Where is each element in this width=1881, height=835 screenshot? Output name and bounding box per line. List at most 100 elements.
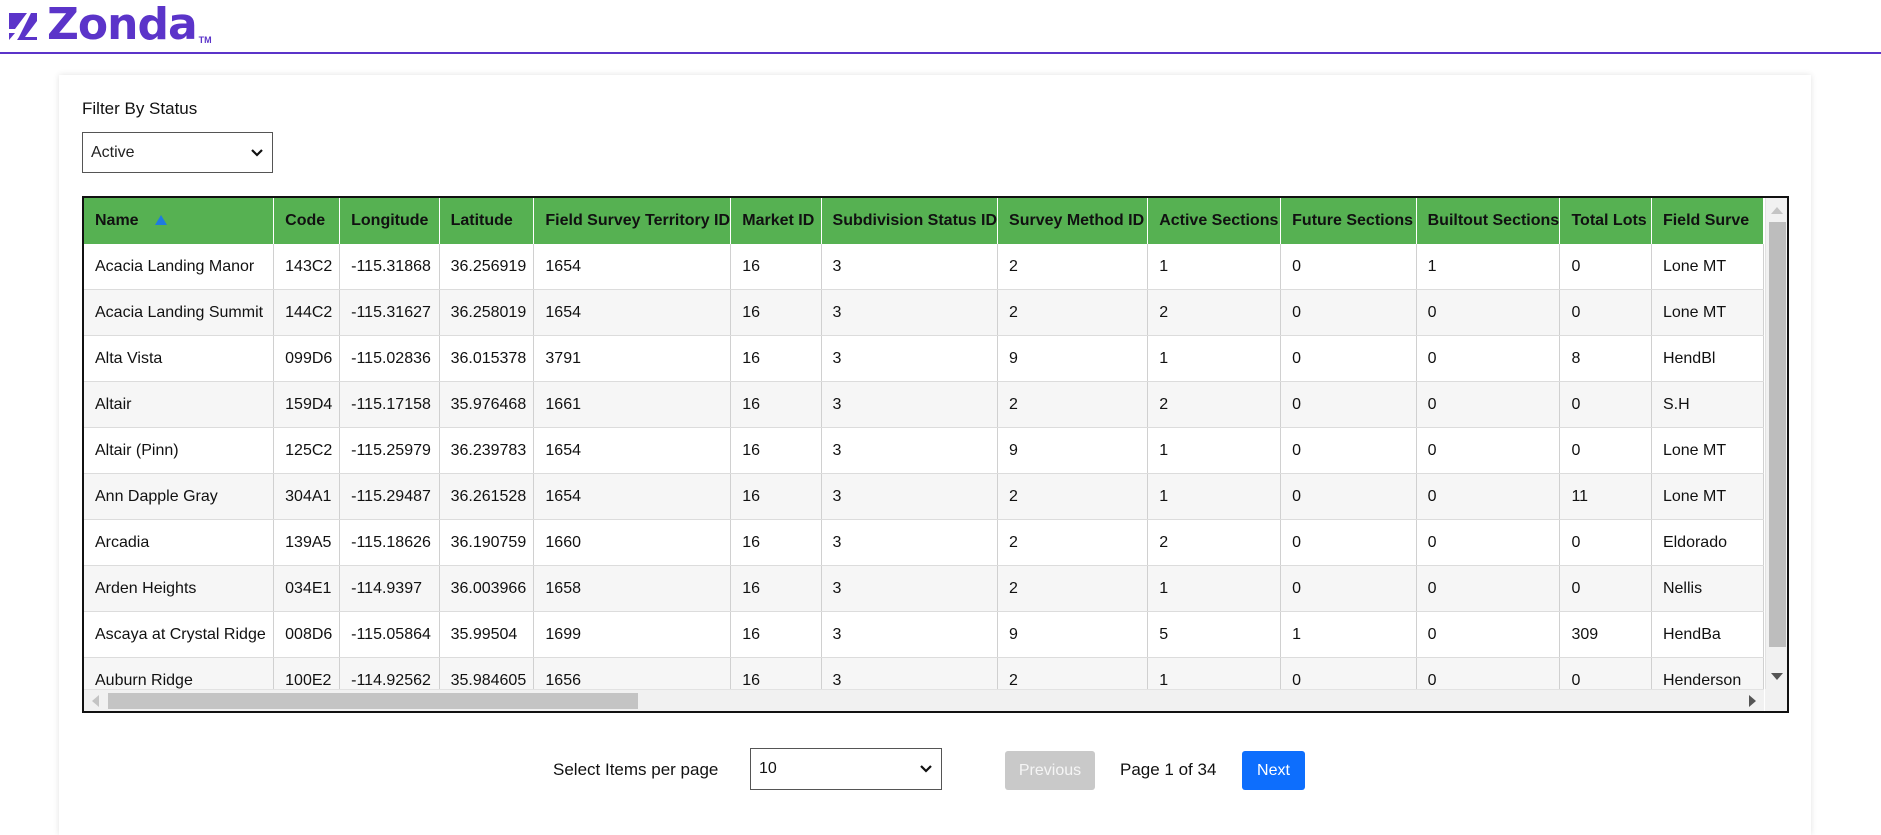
- cell-name: Arden Heights: [84, 565, 275, 612]
- cell-name: Acacia Landing Manor: [84, 244, 275, 290]
- cell-code: 099D6: [273, 335, 341, 382]
- items-per-page-value: 10: [759, 760, 777, 777]
- table-row[interactable]: Arcadia 139A5 -115.18626 36.190759 1660 16 3 2 2…: [84, 519, 1764, 566]
- cell-subdivision-status-id: 3: [821, 565, 999, 612]
- column-header-latitude[interactable]: Latitude: [439, 198, 535, 244]
- cell-total-lots: 0: [1559, 381, 1652, 428]
- page-indicator: Page 1 of 34: [1120, 760, 1217, 779]
- column-header-market-id[interactable]: Market ID: [730, 198, 822, 244]
- cell-total-lots: 0: [1559, 289, 1652, 336]
- brand-name: Zonda: [47, 0, 198, 50]
- cell-code: 143C2: [273, 244, 341, 290]
- column-header-active-sections[interactable]: Active Sections: [1147, 198, 1282, 244]
- cell-field-survey-territory-id: 1654: [533, 244, 732, 290]
- cell-field-surveyor: Lone MT: [1651, 473, 1764, 520]
- cell-market-id: 16: [730, 427, 822, 474]
- column-header-survey-method-id[interactable]: Survey Method ID: [997, 198, 1149, 244]
- cell-name: Acacia Landing Summit: [84, 289, 275, 336]
- cell-market-id: 16: [730, 335, 822, 382]
- cell-survey-method-id: 9: [997, 427, 1149, 474]
- cell-total-lots: 8: [1559, 335, 1652, 382]
- table-row[interactable]: Ann Dapple Gray 304A1 -115.29487 36.261528 1…: [84, 473, 1764, 520]
- cell-future-sections: 0: [1280, 565, 1417, 612]
- cell-longitude: -115.29487: [339, 473, 440, 520]
- vertical-scroll-thumb[interactable]: [1769, 222, 1786, 647]
- cell-market-id: 16: [730, 289, 822, 336]
- cell-builtout-sections: 0: [1416, 427, 1561, 474]
- cell-total-lots: 0: [1559, 244, 1652, 290]
- top-bar: Zonda TM: [0, 0, 1881, 54]
- trademark-mark: TM: [198, 35, 212, 45]
- cell-longitude: -115.18626: [339, 519, 440, 566]
- pagination-bar: Select Items per page 10 Previous Page 1…: [82, 640, 1789, 790]
- cell-field-survey-territory-id: 1654: [533, 427, 732, 474]
- column-header-subdivision-status-id[interactable]: Subdivision Status ID: [821, 198, 999, 244]
- cell-active-sections: 1: [1147, 473, 1282, 520]
- column-header-code[interactable]: Code: [273, 198, 341, 244]
- cell-field-surveyor: HendBl: [1651, 335, 1764, 382]
- cell-survey-method-id: 2: [997, 565, 1149, 612]
- table-row[interactable]: Altair 159D4 -115.17158 35.976468 1661 16 3 2 2 0…: [84, 381, 1764, 428]
- column-header-builtout-sections[interactable]: Builtout Sections: [1416, 198, 1561, 244]
- zonda-logo[interactable]: Zonda TM: [5, 3, 212, 47]
- cell-code: 159D4: [273, 381, 341, 428]
- cell-active-sections: 2: [1147, 519, 1282, 566]
- table-scroll-area[interactable]: Name Code Longitude Latitude Field Surve…: [84, 198, 1764, 689]
- cell-code: 125C2: [273, 427, 341, 474]
- table-row[interactable]: Altair (Pinn) 125C2 -115.25979 36.239783 165…: [84, 427, 1764, 474]
- column-header-total-lots[interactable]: Total Lots: [1559, 198, 1652, 244]
- items-per-page-select[interactable]: 10: [750, 748, 942, 790]
- next-page-button[interactable]: Next: [1242, 751, 1305, 790]
- cell-subdivision-status-id: 3: [821, 335, 999, 382]
- table-row[interactable]: Arden Heights 034E1 -114.9397 36.003966 1658…: [84, 565, 1764, 612]
- table-row[interactable]: Acacia Landing Summit 144C2 -115.31627 36.2…: [84, 289, 1764, 336]
- cell-survey-method-id: 2: [997, 519, 1149, 566]
- table-row[interactable]: Acacia Landing Manor 143C2 -115.31868 36.25…: [84, 244, 1764, 290]
- sort-ascending-icon: [154, 214, 167, 225]
- column-header-field-surveyor[interactable]: Field Surve: [1651, 198, 1764, 244]
- cell-active-sections: 2: [1147, 381, 1282, 428]
- table-row[interactable]: Alta Vista 099D6 -115.02836 36.015378 3791 16…: [84, 335, 1764, 382]
- previous-page-button[interactable]: Previous: [1005, 751, 1095, 790]
- filter-status-select[interactable]: Active: [82, 132, 273, 173]
- zonda-logo-mark-icon: [9, 13, 37, 40]
- cell-code: 139A5: [273, 519, 341, 566]
- cell-field-surveyor: Nellis: [1651, 565, 1764, 612]
- cell-builtout-sections: 0: [1416, 335, 1561, 382]
- cell-total-lots: 0: [1559, 519, 1652, 566]
- column-header-longitude[interactable]: Longitude: [339, 198, 440, 244]
- cell-longitude: -115.25979: [339, 427, 440, 474]
- column-header-field-survey-territory-id[interactable]: Field Survey Territory ID: [533, 198, 732, 244]
- cell-field-survey-territory-id: 3791: [533, 335, 732, 382]
- cell-longitude: -115.17158: [339, 381, 440, 428]
- cell-longitude: -115.02836: [339, 335, 440, 382]
- cell-latitude: 36.239783: [439, 427, 535, 474]
- filter-status-value: Active: [91, 143, 135, 161]
- column-header-future-sections[interactable]: Future Sections: [1280, 198, 1417, 244]
- scroll-up-arrow-icon[interactable]: [1771, 207, 1783, 214]
- cell-builtout-sections: 0: [1416, 289, 1561, 336]
- cell-survey-method-id: 2: [997, 473, 1149, 520]
- cell-name: Altair: [84, 381, 275, 428]
- cell-field-survey-territory-id: 1661: [533, 381, 732, 428]
- cell-name: Arcadia: [84, 519, 275, 566]
- cell-latitude: 35.976468: [439, 381, 535, 428]
- column-header-name[interactable]: Name: [84, 198, 275, 244]
- cell-future-sections: 0: [1280, 473, 1417, 520]
- vertical-scrollbar[interactable]: [1765, 198, 1787, 689]
- cell-code: 144C2: [273, 289, 341, 336]
- cell-longitude: -115.31627: [339, 289, 440, 336]
- cell-survey-method-id: 2: [997, 244, 1149, 290]
- cell-market-id: 16: [730, 473, 822, 520]
- cell-market-id: 16: [730, 519, 822, 566]
- cell-active-sections: 2: [1147, 289, 1282, 336]
- cell-total-lots: 0: [1559, 565, 1652, 612]
- cell-future-sections: 0: [1280, 381, 1417, 428]
- cell-builtout-sections: 0: [1416, 565, 1561, 612]
- cell-total-lots: 0: [1559, 427, 1652, 474]
- cell-market-id: 16: [730, 565, 822, 612]
- cell-latitude: 36.190759: [439, 519, 535, 566]
- cell-field-survey-territory-id: 1654: [533, 473, 732, 520]
- cell-subdivision-status-id: 3: [821, 427, 999, 474]
- cell-market-id: 16: [730, 381, 822, 428]
